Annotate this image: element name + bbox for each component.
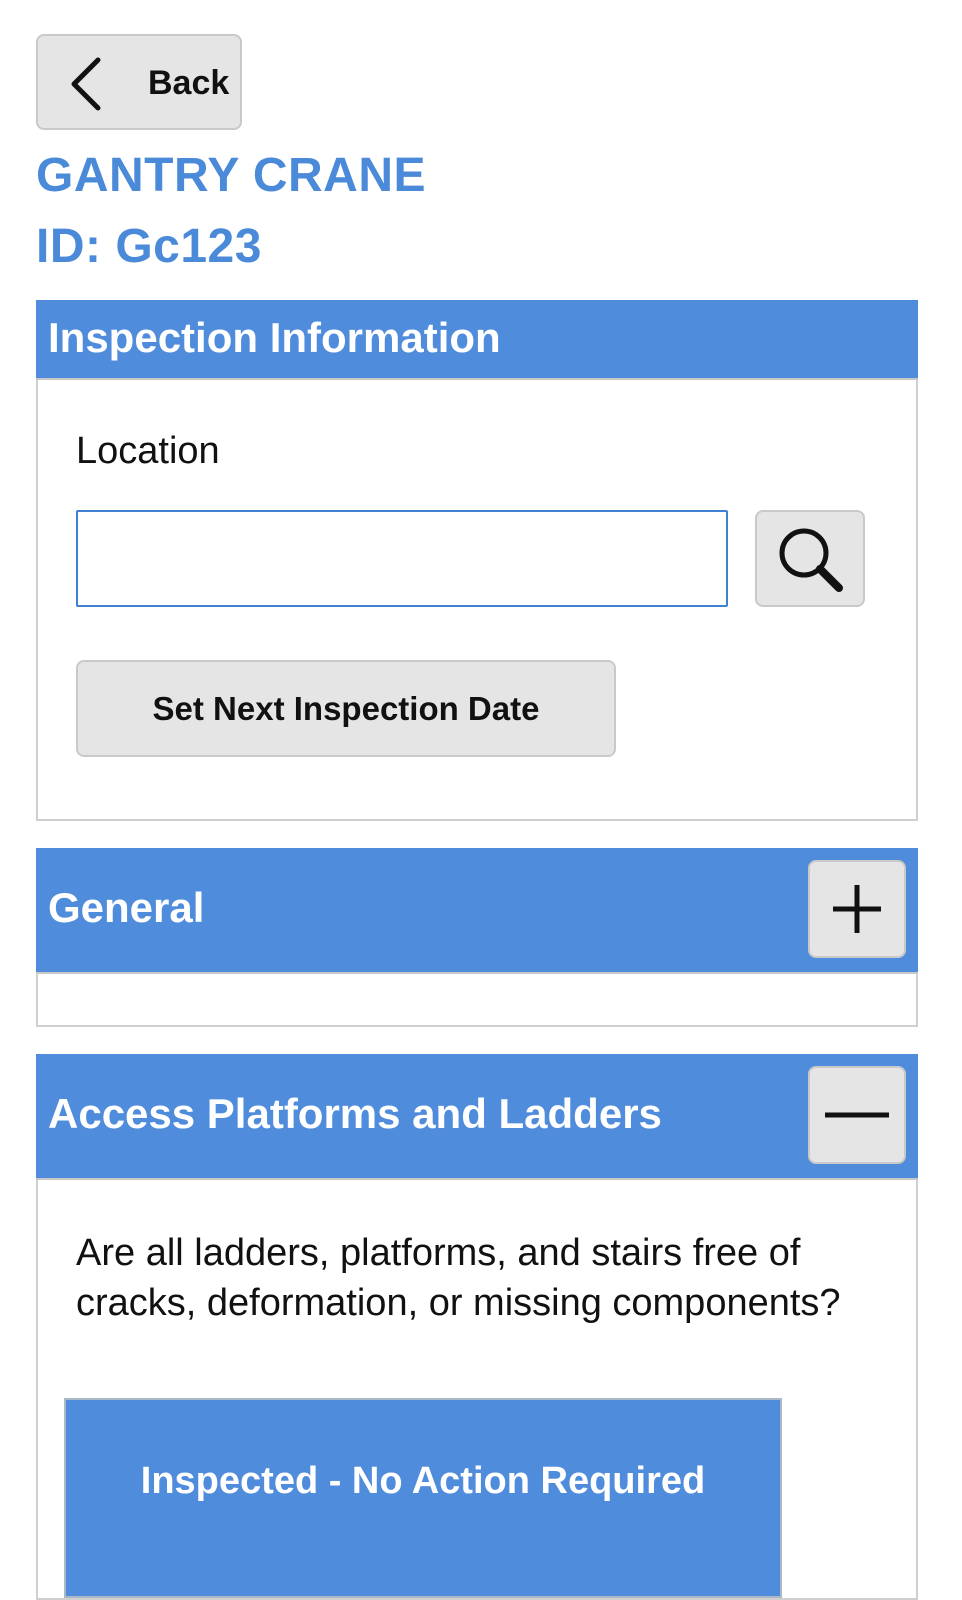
search-icon [779,528,843,592]
section-title-access-platforms: Access Platforms and Ladders [48,1090,662,1137]
answer-no-action-required-label: Inspected - No Action Required [140,1459,706,1502]
set-next-inspection-date-button[interactable]: Set Next Inspection Date [76,660,616,757]
section-header-inspection-info: Inspection Information [36,300,918,380]
asset-id: ID: Gc123 [36,220,262,273]
chevron-left-icon [71,57,101,111]
set-next-inspection-date-label: Set Next Inspection Date [152,689,540,727]
location-search-button[interactable] [755,510,865,607]
section-body-access-platforms: Are all ladders, platforms, and stairs f… [36,1180,918,1600]
section-header-access-platforms[interactable]: Access Platforms and Ladders [36,1054,918,1180]
plus-icon [833,885,881,933]
collapse-access-platforms-button[interactable] [808,1066,906,1164]
location-input[interactable] [76,510,728,607]
expand-general-button[interactable] [808,860,906,958]
answer-no-action-required-button[interactable]: Inspected - No Action Required [64,1398,782,1598]
back-button[interactable]: Back [36,34,242,130]
asset-name: GANTRY CRANE [36,149,427,202]
section-header-general[interactable]: General [36,848,918,974]
section-title-general: General [48,884,205,931]
back-button-label: Back [148,64,230,102]
section-body-general [36,974,918,1027]
inspection-question: Are all ladders, platforms, and stairs f… [76,1232,841,1324]
location-label: Location [76,430,220,472]
section-body-inspection-info: Location Set Next Inspection Date [36,380,918,821]
section-title-inspection-info: Inspection Information [48,314,501,361]
minus-icon [825,1112,889,1118]
